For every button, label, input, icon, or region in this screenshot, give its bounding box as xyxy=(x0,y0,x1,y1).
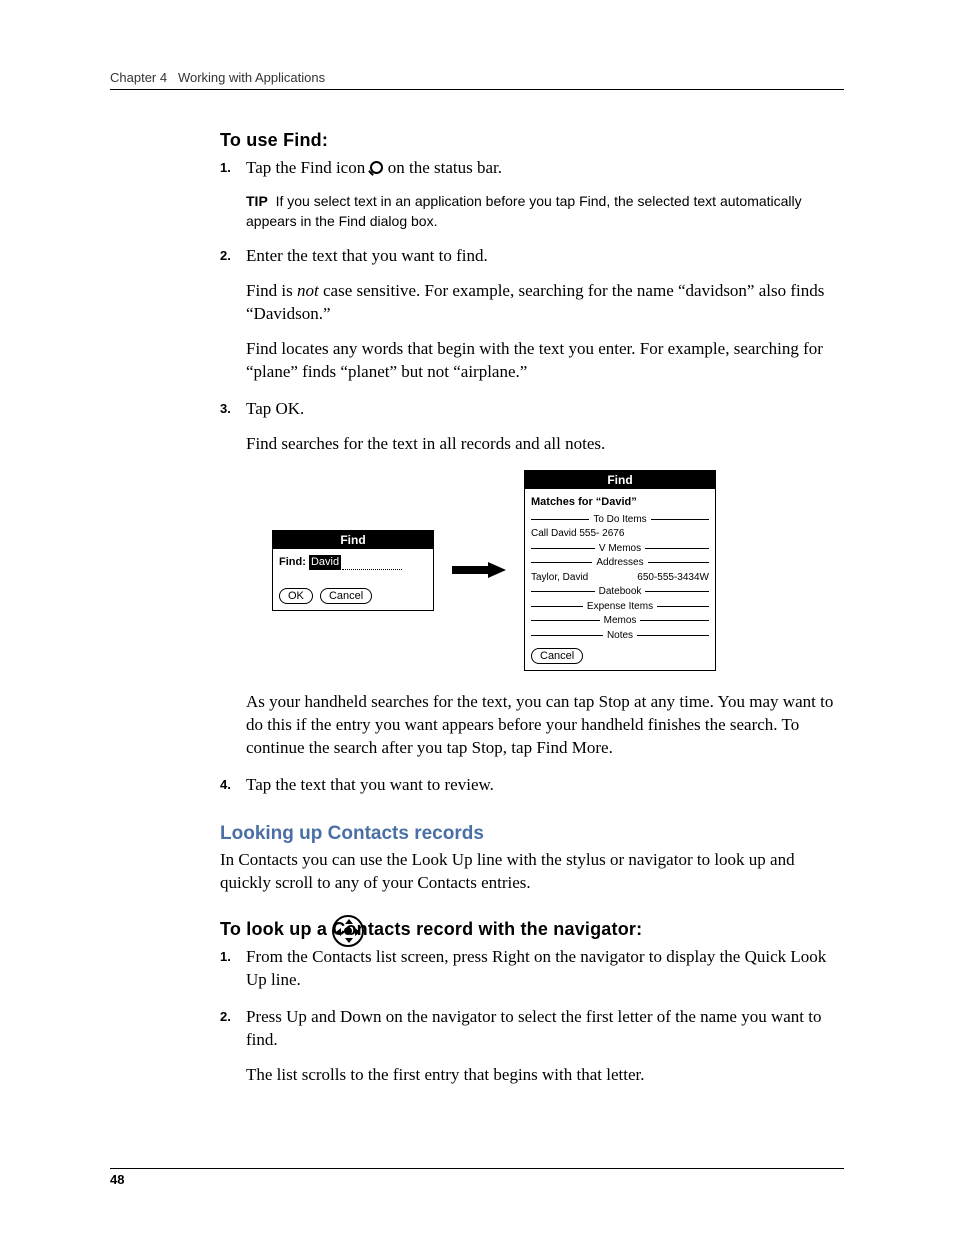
page: Chapter 4 Working with Applications To u… xyxy=(0,0,954,1235)
step-3-text: Tap OK. xyxy=(246,399,304,418)
find-label: Find: xyxy=(279,555,306,570)
ok-button[interactable]: OK xyxy=(279,588,313,604)
find-dialog: Find Find: David OK Cancel xyxy=(272,530,434,611)
lookup-step-2-p1: The list scrolls to the first entry that… xyxy=(246,1064,844,1087)
input-underline xyxy=(342,569,402,570)
arrow-icon xyxy=(452,563,506,577)
group-memos: Memos xyxy=(600,614,641,628)
page-header: Chapter 4 Working with Applications xyxy=(110,70,844,90)
page-footer: 48 xyxy=(110,1168,844,1187)
find-icon xyxy=(369,161,383,175)
group-expense: Expense Items xyxy=(583,600,657,614)
lookup-step-2: Press Up and Down on the navigator to se… xyxy=(220,1006,844,1087)
lookup-step-2-text: Press Up and Down on the navigator to se… xyxy=(246,1007,822,1049)
section-heading: To use Find: xyxy=(220,130,844,151)
step-1-text-b: on the status bar. xyxy=(383,158,502,177)
tip-text: If you select text in an application bef… xyxy=(246,193,802,229)
step-4-text: Tap the text that you want to review. xyxy=(246,775,494,794)
group-todo: To Do Items xyxy=(589,513,650,527)
step-1-text-a: Tap the Find icon xyxy=(246,158,369,177)
lookup-step-1-text: From the Contacts list screen, press Rig… xyxy=(246,947,826,989)
step-1: Tap the Find icon on the status bar. TIP… xyxy=(220,157,844,231)
tip-label: TIP xyxy=(246,193,268,209)
results-cancel-button[interactable]: Cancel xyxy=(531,648,583,664)
lookup-steps: From the Contacts list screen, press Rig… xyxy=(220,946,844,1087)
group-datebook: Datebook xyxy=(595,585,646,599)
group-addresses: Addresses xyxy=(592,556,647,570)
todo-entry[interactable]: Call David 555- 2676 xyxy=(531,527,624,541)
subsection-heading: Looking up Contacts records xyxy=(220,823,844,845)
find-steps: Tap the Find icon on the status bar. TIP… xyxy=(220,157,844,797)
procedure-heading: To look up a Contacts record with the na… xyxy=(220,919,844,940)
page-number: 48 xyxy=(110,1172,124,1187)
step-2: Enter the text that you want to find. Fi… xyxy=(220,245,844,384)
step-3-p1: Find searches for the text in all record… xyxy=(246,433,844,456)
tip-block: TIP If you select text in an application… xyxy=(246,192,844,231)
addr-entry-name[interactable]: Taylor, David xyxy=(531,571,588,585)
figure-find-dialogs: Find Find: David OK Cancel Find xyxy=(272,470,844,672)
step-2-text: Enter the text that you want to find. xyxy=(246,246,488,265)
chapter-title: Working with Applications xyxy=(178,70,325,85)
subsection-intro: In Contacts you can use the Look Up line… xyxy=(220,849,844,895)
step-3-p2: As your handheld searches for the text, … xyxy=(246,691,844,760)
not-italic: not xyxy=(297,281,319,300)
group-vmemos: V Memos xyxy=(595,542,645,556)
find-dialog-title: Find xyxy=(273,531,433,549)
content-area: To use Find: Tap the Find icon on the st… xyxy=(220,130,844,1087)
navigator-icon xyxy=(332,915,364,947)
cancel-button[interactable]: Cancel xyxy=(320,588,372,604)
lookup-step-1: From the Contacts list screen, press Rig… xyxy=(220,946,844,992)
chapter-label: Chapter 4 xyxy=(110,70,167,85)
find-results-title: Find xyxy=(525,471,715,489)
step-3: Tap OK. Find searches for the text in al… xyxy=(220,398,844,760)
find-results-dialog: Find Matches for “David” To Do Items Cal… xyxy=(524,470,716,672)
find-input[interactable]: David xyxy=(309,555,341,570)
step-4: Tap the text that you want to review. xyxy=(220,774,844,797)
group-notes: Notes xyxy=(603,629,637,643)
matches-header: Matches for “David” xyxy=(531,495,709,510)
addr-entry-phone[interactable]: 650-555-3434W xyxy=(637,571,709,585)
step-2-p1: Find is not case sensitive. For example,… xyxy=(246,280,844,326)
step-2-p2: Find locates any words that begin with t… xyxy=(246,338,844,384)
